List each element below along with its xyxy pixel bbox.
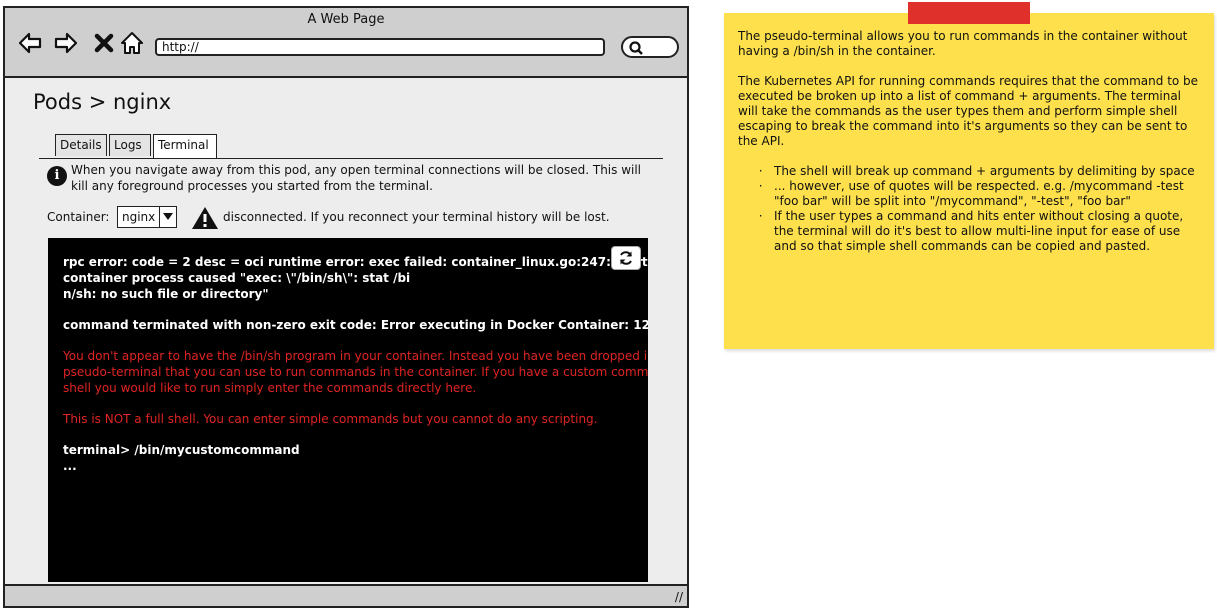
terminal-cursor-line: ... xyxy=(63,459,77,473)
refresh-icon xyxy=(620,251,632,265)
tab-bar: Details Logs Terminal xyxy=(39,134,663,159)
terminal-prompt: terminal> /bin/mycustomcommand xyxy=(63,443,300,457)
close-icon xyxy=(94,33,114,53)
tab-terminal[interactable]: Terminal xyxy=(153,134,217,158)
status-bar: // xyxy=(5,584,687,606)
url-bar[interactable]: http:// xyxy=(155,38,605,56)
tab-logs[interactable]: Logs xyxy=(109,134,151,156)
window-title: A Web Page xyxy=(307,12,385,27)
note-body: The pseudo-terminal allows you to run co… xyxy=(738,29,1202,254)
resize-grip-icon[interactable]: // xyxy=(675,590,683,604)
chevron-down-icon xyxy=(159,207,176,227)
note-list-item: ... however, use of quotes will be respe… xyxy=(774,179,1202,209)
note-paragraph: The Kubernetes API for running commands … xyxy=(738,74,1199,148)
info-text: When you navigate away from this pod, an… xyxy=(71,163,642,193)
container-select[interactable]: nginx xyxy=(117,206,177,228)
arrow-left-icon xyxy=(18,32,42,54)
note-paragraph: The pseudo-terminal allows you to run co… xyxy=(738,29,1188,58)
page-title: Pods > nginx xyxy=(33,90,172,114)
search-icon xyxy=(629,40,643,59)
terminal-exit-message: command terminated with non-zero exit co… xyxy=(63,318,648,332)
sticky-note: The pseudo-terminal allows you to run co… xyxy=(724,13,1214,349)
home-button[interactable] xyxy=(119,30,145,56)
terminal-warning: This is NOT a full shell. You can enter … xyxy=(63,412,598,426)
terminal-error: rpc error: code = 2 desc = oci runtime e… xyxy=(63,255,648,301)
warning-icon xyxy=(191,206,219,230)
stop-button[interactable] xyxy=(91,30,117,56)
back-button[interactable] xyxy=(17,30,43,56)
note-list: The shell will break up command + argume… xyxy=(738,164,1202,254)
page-content: Pods > nginx Details Logs Terminal i Whe… xyxy=(5,78,687,588)
note-list-item: If the user types a command and hits ent… xyxy=(774,209,1202,254)
title-bar: A Web Page http:// xyxy=(5,8,687,78)
note-tape xyxy=(908,2,1030,24)
home-icon xyxy=(121,32,143,54)
terminal-notice: You don't appear to have the /bin/sh pro… xyxy=(63,349,648,395)
forward-button[interactable] xyxy=(53,30,79,56)
container-row: Container: nginx disconnected. If you re… xyxy=(47,206,657,230)
note-list-item: The shell will break up command + argume… xyxy=(774,164,1202,179)
arrow-right-icon xyxy=(54,32,78,54)
connection-status: disconnected. If you reconnect your term… xyxy=(223,210,610,224)
terminal[interactable]: rpc error: code = 2 desc = oci runtime e… xyxy=(48,238,648,582)
browser-window: A Web Page http:// Pods > nginx Details … xyxy=(3,6,689,608)
info-icon: i xyxy=(47,166,67,186)
terminal-output: rpc error: code = 2 desc = oci runtime e… xyxy=(63,254,648,474)
tab-details[interactable]: Details xyxy=(55,134,107,156)
container-label: Container: xyxy=(47,210,110,224)
refresh-button[interactable] xyxy=(611,246,641,270)
container-select-value: nginx xyxy=(122,210,156,224)
search-button[interactable] xyxy=(621,36,679,58)
